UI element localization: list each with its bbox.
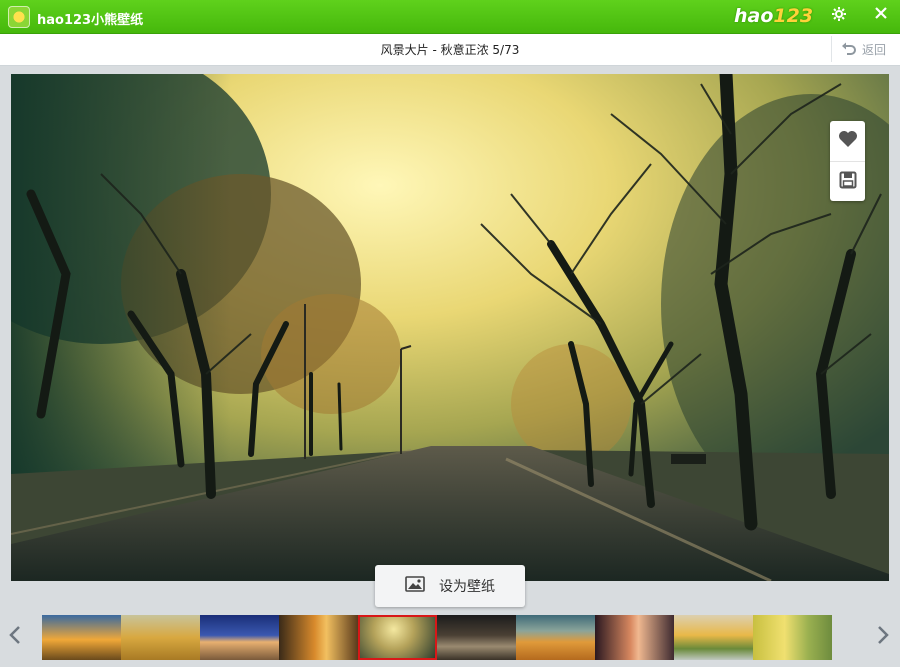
page-title: 风景大片 - 秋意正浓 5/73	[380, 43, 520, 57]
back-label: 返回	[862, 42, 887, 57]
thumbnail-1[interactable]	[42, 615, 121, 660]
set-wallpaper-button[interactable]: 设为壁纸	[375, 565, 525, 607]
app-logo-icon	[8, 6, 30, 28]
thumbnail-10[interactable]	[753, 615, 832, 660]
heart-icon	[838, 130, 858, 152]
set-wallpaper-label: 设为壁纸	[439, 579, 495, 595]
save-button[interactable]	[830, 161, 865, 202]
save-icon	[839, 171, 857, 193]
back-icon	[841, 41, 857, 58]
thumbnail-4[interactable]	[279, 615, 358, 660]
thumbnail-6[interactable]	[437, 615, 516, 660]
side-actions	[830, 121, 865, 201]
title-bar: hao123小熊壁纸 hao123	[0, 0, 900, 34]
image-icon	[405, 576, 425, 596]
thumbnail-2[interactable]	[121, 615, 200, 660]
app-title: hao123小熊壁纸	[37, 13, 144, 28]
header-bar: 风景大片 - 秋意正浓 5/73 返回	[0, 34, 900, 66]
close-icon[interactable]	[872, 6, 890, 24]
wallpaper-preview	[11, 74, 889, 581]
thumbnail-7[interactable]	[516, 615, 595, 660]
thumbnail-3[interactable]	[200, 615, 279, 660]
brand-logo: hao123	[734, 5, 814, 27]
favorite-button[interactable]	[830, 121, 865, 161]
thumbnail-8[interactable]	[595, 615, 674, 660]
thumbnail-list	[42, 615, 832, 660]
thumbnail-9[interactable]	[674, 615, 753, 660]
chevron-left-icon[interactable]	[5, 624, 25, 650]
chevron-right-icon[interactable]	[873, 624, 893, 650]
settings-icon[interactable]	[830, 6, 848, 24]
filmstrip	[0, 615, 900, 661]
back-button[interactable]: 返回	[831, 36, 900, 62]
thumbnail-5[interactable]	[358, 615, 437, 660]
